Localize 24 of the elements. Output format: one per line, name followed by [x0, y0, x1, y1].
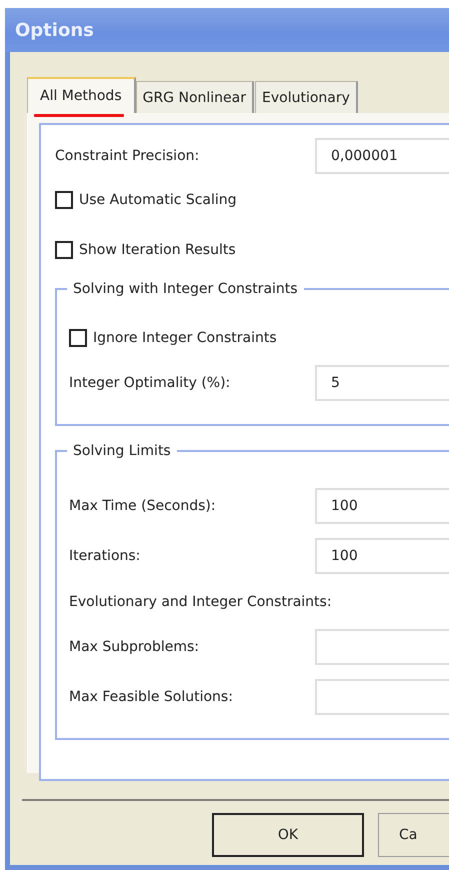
- field-label: Iterations:: [69, 548, 142, 564]
- input-field[interactable]: 0,000001: [315, 138, 449, 174]
- group-title: Solving Limits: [67, 441, 177, 461]
- section-label: Evolutionary and Integer Constraints:: [69, 593, 333, 612]
- input-field[interactable]: 100: [315, 538, 449, 574]
- checkbox-label: Ignore Integer Constraints: [93, 330, 277, 346]
- window-title: Options: [15, 20, 94, 40]
- field-label: Max Feasible Solutions:: [69, 689, 234, 705]
- input-field[interactable]: 5: [315, 365, 449, 401]
- checkbox-label: Use Automatic Scaling: [79, 192, 237, 208]
- dialog-button[interactable]: OK: [212, 813, 364, 857]
- field-label: Integer Optimality (%):: [69, 375, 232, 391]
- checkbox-label: Show Iteration Results: [79, 242, 236, 258]
- tab[interactable]: Evolutionary: [255, 81, 358, 113]
- checkbox[interactable]: [55, 191, 73, 209]
- tab[interactable]: GRG Nonlinear: [136, 81, 254, 113]
- field-label: Max Subproblems:: [69, 639, 200, 655]
- field-label: Max Time (Seconds):: [69, 498, 217, 514]
- field-label: Constraint Precision:: [55, 148, 200, 164]
- checkbox[interactable]: [69, 329, 87, 347]
- checkbox[interactable]: [55, 241, 73, 259]
- group-title: Solving with Integer Constraints: [67, 279, 304, 299]
- input-field[interactable]: 100: [315, 488, 449, 524]
- dialog-button[interactable]: Ca: [378, 813, 449, 857]
